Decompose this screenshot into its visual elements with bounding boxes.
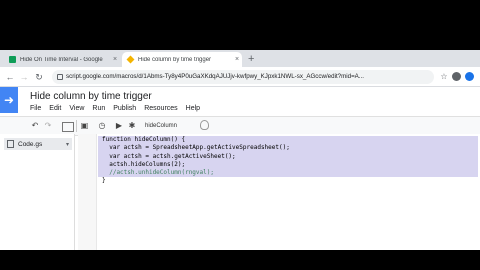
tab-label: Hide On Time Interval - Google	[20, 56, 103, 63]
code-line[interactable]: var actsh = actsh.getActiveSheet();	[98, 152, 478, 161]
file-icon	[7, 140, 14, 148]
file-name: Code.gs	[18, 140, 43, 148]
code-line[interactable]: var actsh = SpreadsheetApp.getActiveSpre…	[98, 144, 478, 153]
lightbulb-icon[interactable]	[200, 120, 209, 130]
function-select[interactable]: hideColumn	[145, 120, 177, 132]
browser-window: Hide On Time Interval - Google × Hide co…	[0, 50, 480, 250]
star-icon[interactable]: ☆	[438, 71, 450, 83]
code-area[interactable]: function hideColumn() { var actsh = Spre…	[98, 136, 478, 186]
code-line[interactable]: function hideColumn() {	[98, 136, 478, 145]
file-item-code-gs[interactable]: Code.gs ▾	[4, 138, 72, 150]
reload-icon[interactable]: ↻	[33, 71, 45, 83]
debug-icon[interactable]: ✱	[127, 120, 137, 132]
menu-file[interactable]: File	[30, 105, 41, 112]
tab-strip: Hide On Time Interval - Google × Hide co…	[0, 50, 480, 67]
tab-hide-column-by-time-trigger[interactable]: Hide column by time trigger ×	[122, 52, 242, 67]
code-editor[interactable]: function hideColumn() { var actsh = Spre…	[78, 134, 480, 250]
redo-icon[interactable]: ↷	[43, 120, 53, 132]
tab-label: Hide column by time trigger	[138, 56, 212, 63]
menu-resources[interactable]: Resources	[144, 105, 177, 112]
code-line[interactable]: actsh.hideColumns(2);	[98, 160, 478, 170]
toolbar-divider	[76, 120, 77, 132]
close-icon[interactable]: ×	[110, 56, 120, 63]
back-arrow-icon[interactable]: ←	[4, 71, 16, 83]
run-icon[interactable]: ▶	[114, 120, 124, 132]
file-sidebar: Code.gs ▾	[0, 134, 75, 250]
menu-view[interactable]: View	[69, 105, 84, 112]
chevron-down-icon[interactable]: ▾	[66, 141, 69, 148]
project-title[interactable]: Hide column by time trigger	[30, 91, 152, 102]
menu-publish[interactable]: Publish	[113, 105, 136, 112]
menu-edit[interactable]: Edit	[49, 105, 61, 112]
lock-icon	[57, 74, 63, 80]
menu-help[interactable]: Help	[186, 105, 200, 112]
tab-hide-on-time-interval[interactable]: Hide On Time Interval - Google ×	[4, 52, 120, 67]
sheets-favicon-icon	[9, 56, 16, 63]
format-icon[interactable]	[62, 122, 74, 132]
close-icon[interactable]: ×	[232, 56, 242, 63]
code-line[interactable]: //actsh.unhideColumn(rngval);	[98, 169, 478, 178]
apps-script-favicon-icon	[126, 55, 135, 64]
menu-run[interactable]: Run	[92, 105, 105, 112]
extension-icon[interactable]	[452, 72, 461, 81]
forward-arrow-icon[interactable]: →	[18, 71, 30, 83]
new-tab-button[interactable]: +	[248, 52, 254, 66]
line-gutter	[78, 134, 97, 250]
code-line[interactable]: }	[98, 177, 478, 185]
url-text: script.google.com/macros/d/1Abms-Ty8y4P0…	[66, 73, 364, 80]
menu-bar: File Edit View Run Publish Resources Hel…	[30, 105, 208, 112]
trigger-clock-icon[interactable]: ◷	[97, 120, 107, 132]
editor-toolbar: ↶ ↷ ▣ ◷ ▶ ✱ hideColumn	[0, 116, 480, 136]
avatar[interactable]	[465, 72, 474, 81]
address-bar-row: ← → ↻ script.google.com/macros/d/1Abms-T…	[0, 67, 480, 87]
apps-script-logo-icon[interactable]: ➜	[0, 87, 18, 113]
url-field[interactable]: script.google.com/macros/d/1Abms-Ty8y4P0…	[52, 70, 434, 84]
save-icon[interactable]: ▣	[80, 120, 89, 132]
undo-icon[interactable]: ↶	[30, 120, 40, 132]
